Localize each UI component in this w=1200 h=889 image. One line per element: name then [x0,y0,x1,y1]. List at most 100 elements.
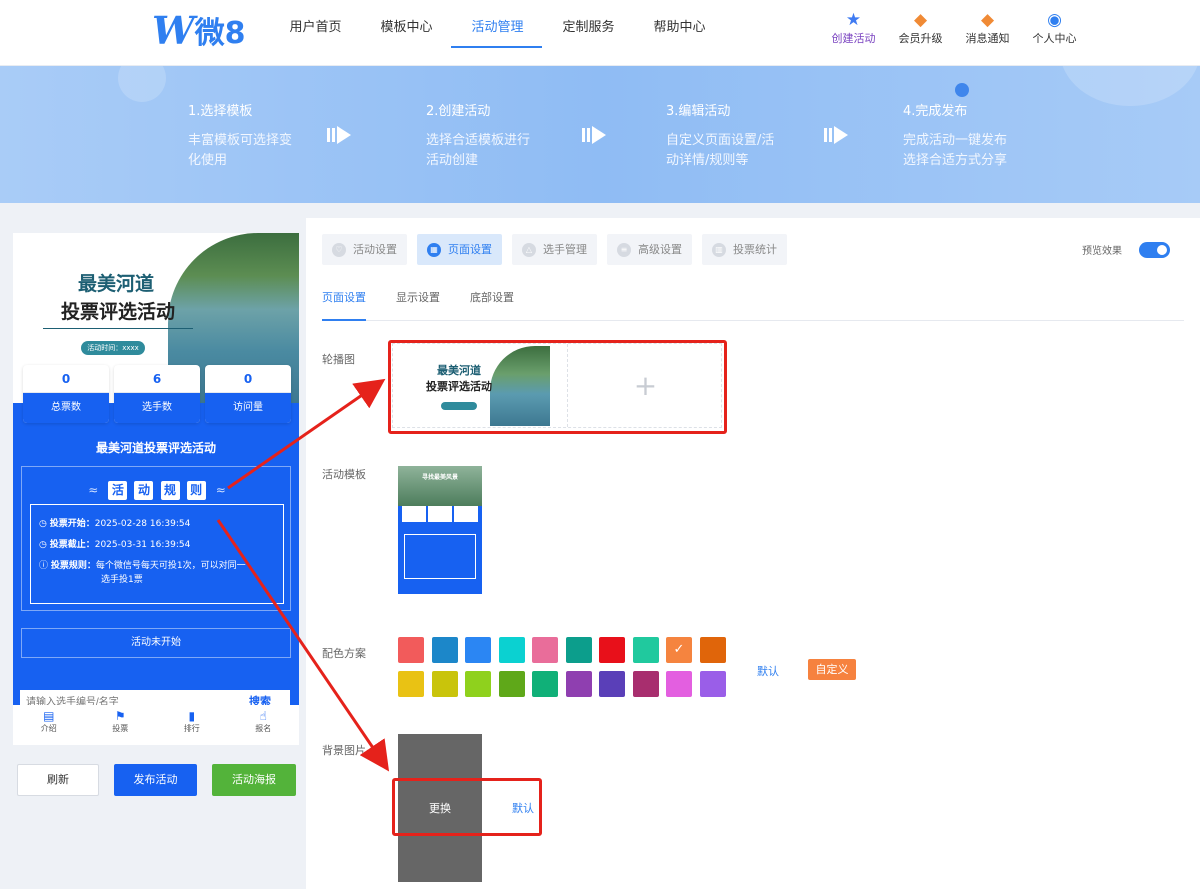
template-tabbar [398,594,482,606]
create-activity-button[interactable]: ★ 创建活动 [820,10,887,46]
color-swatch[interactable]: ✓ [666,637,692,663]
activity-title: 最美河道投票评选活动 [95,441,216,455]
color-custom-button[interactable]: 自定义 [808,659,856,680]
tab-contestant-management[interactable]: △ 选手管理 [512,234,597,265]
color-swatch[interactable] [431,671,458,697]
template-thumbnail[interactable]: 寻找最美风景 [398,466,482,606]
color-swatch[interactable] [599,637,625,663]
logo-text: 微8 [194,16,246,51]
search-input[interactable] [20,690,225,705]
header-actions: ★ 创建活动 ◆ 会员升级 ◆ 消息通知 ◉ 个人中心 [820,10,1088,46]
subtab-display-settings[interactable]: 显示设置 [396,291,440,321]
step-4: 4.完成发布 完成活动一键发布选择合适方式分享 [903,100,1013,171]
color-swatch[interactable] [465,671,491,697]
color-swatch[interactable] [465,637,491,663]
nav-custom-service[interactable]: 定制服务 [543,0,634,66]
toggle-knob [1157,245,1167,255]
bell-icon: ◆ [980,10,995,30]
highlight-box-carousel [388,340,727,434]
user-icon: ◉ [1047,10,1062,30]
stat-value: 6 [114,365,200,393]
rules-char: 规 [160,481,180,500]
nav-help-center[interactable]: 帮助中心 [634,0,725,66]
color-default-link[interactable]: 默认 [757,663,779,679]
decor-bubble [1060,66,1200,106]
color-swatch[interactable] [666,671,692,697]
profile-button[interactable]: ◉ 个人中心 [1021,10,1088,46]
document-icon: ▤ [43,709,55,723]
vip-upgrade-button[interactable]: ◆ 会员升级 [887,10,954,46]
subtab-footer-settings[interactable]: 底部设置 [470,291,514,321]
stat-value: 0 [205,365,291,393]
rules-char: 活 [108,481,128,500]
color-swatch[interactable] [632,671,659,697]
color-swatch[interactable] [498,671,525,697]
tab-intro[interactable]: ▤ 介绍 [13,705,85,745]
rule-limit-label: 投票规则： [50,561,96,571]
color-scheme-label: 配色方案 [322,647,366,660]
rules-box: ≈ 活 动 规 则 ≈ ◷ 投票开始：2025-02-28 16:39:54 ◷… [21,466,291,611]
phone-preview[interactable]: 最美河道 投票评选活动 活动时间：xxxx 0 总票数 6 选手数 0 访问量 … [13,233,299,705]
rule-limit: ⓘ 投票规则：每个微信号每天可投1次，可以对同一 选手投1票 [39,559,279,587]
color-swatch[interactable] [565,637,592,663]
color-swatch[interactable] [498,637,525,663]
nav-template-center[interactable]: 模板中心 [361,0,452,66]
preview-label: 预览效果 [1082,246,1122,257]
logo[interactable]: W 微8 [152,8,246,53]
messages-button[interactable]: ◆ 消息通知 [954,10,1021,46]
publish-activity-button[interactable]: 发布活动 [114,764,197,796]
color-swatch[interactable] [699,671,726,697]
color-swatch[interactable] [398,671,424,697]
subtab-page-settings[interactable]: 页面设置 [322,291,366,321]
color-swatch[interactable] [431,637,458,663]
rules-char: 则 [186,481,206,500]
template-caption: 寻找最美风景 [421,474,458,481]
cover-time: 活动时间：xxxx [81,341,145,355]
layout-icon: ▦ [427,242,441,257]
rules-content: ◷ 投票开始：2025-02-28 16:39:54 ◷ 投票截止：2025-0… [30,504,284,604]
step-desc: 丰富模板可选择变化使用 [188,133,293,168]
template-stats [402,506,478,522]
nav-user-home[interactable]: 用户首页 [270,0,361,66]
settings-tabs: ♡ 活动设置 ▦ 页面设置 △ 选手管理 ≡ 高级设置 ▥ 投票统计 [322,234,797,265]
color-swatch[interactable] [532,671,558,697]
tab-signup[interactable]: ☝ 报名 [228,705,300,745]
color-swatch[interactable] [699,637,726,663]
tab-vote[interactable]: ⚑ 投票 [85,705,157,745]
tab-page-settings[interactable]: ▦ 页面设置 [417,234,502,265]
decor-bubble [118,66,166,102]
color-swatch[interactable] [532,637,558,663]
wave-icon: ≈ [215,483,226,497]
stat-label: 选手数 [114,393,200,423]
color-swatch[interactable] [599,671,625,697]
stat-total-votes: 0 总票数 [23,365,109,423]
wave-icon: ≈ [88,483,99,497]
rules-char: 动 [134,481,154,500]
nav-activity-management[interactable]: 活动管理 [451,0,543,66]
tab-ranking[interactable]: ▮ 排行 [156,705,228,745]
tab-label: 高级设置 [638,243,682,256]
rule-start-value: 2025-02-28 16:39:54 [94,519,191,529]
tab-activity-settings[interactable]: ♡ 活动设置 [322,234,407,265]
stats-row: 0 总票数 6 选手数 0 访问量 [23,365,291,423]
decor-dot [955,83,969,97]
template-rules-box [404,534,476,579]
info-icon: ⓘ [39,561,51,571]
tab-label: 活动设置 [353,243,397,256]
preview-toggle[interactable] [1139,242,1170,258]
color-swatch[interactable] [398,637,424,663]
step-title: 2.创建活动 [426,104,491,119]
activity-poster-button[interactable]: 活动海报 [212,764,296,796]
tab-advanced-settings[interactable]: ≡ 高级设置 [607,234,692,265]
subtabs: 页面设置 显示设置 底部设置 [322,291,1184,321]
tab-vote-statistics[interactable]: ▥ 投票统计 [702,234,787,265]
step-arrow-icon [824,126,848,144]
refresh-button[interactable]: 刷新 [17,764,99,796]
background-image-label: 背景图片 [322,744,366,757]
color-swatch[interactable] [565,671,592,697]
step-2: 2.创建活动 选择合适模板进行活动创建 [426,100,536,171]
color-swatch[interactable] [632,637,659,663]
profile-label: 个人中心 [1032,32,1077,45]
search-button[interactable]: 搜索 [230,690,290,705]
cover-title-1: 最美河道 [77,273,154,295]
